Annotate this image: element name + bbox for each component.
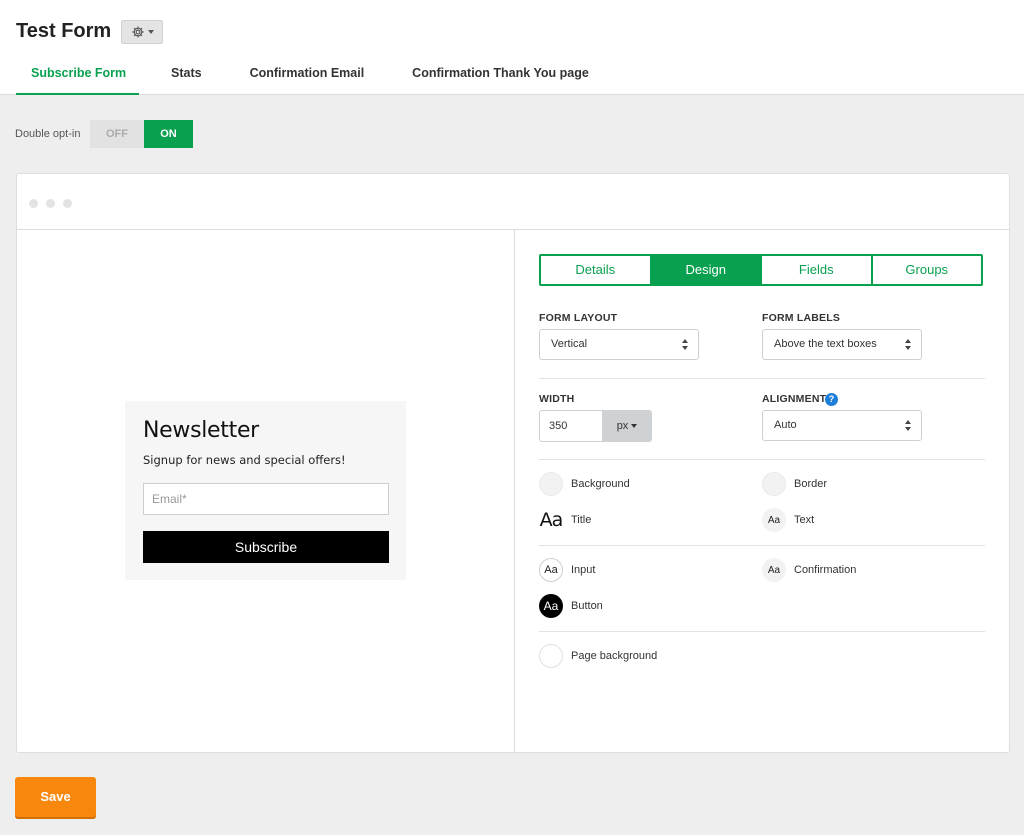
newsletter-form-preview: Newsletter Signup for news and special o…	[125, 401, 406, 580]
column-divider	[514, 230, 515, 752]
tab-design[interactable]: Design	[651, 256, 762, 284]
window-dot-icon	[63, 199, 72, 208]
style-text-label: Text	[794, 514, 815, 526]
width-label: WIDTH	[539, 393, 575, 405]
page-header: Test Form Subscribe Form Stats Confirmat…	[0, 0, 1024, 95]
double-optin-toggle[interactable]: OFF ON	[90, 120, 193, 148]
window-dot-icon	[46, 199, 55, 208]
form-settings-button[interactable]	[121, 20, 163, 44]
window-dots	[29, 199, 72, 208]
width-unit-dropdown[interactable]: px	[602, 410, 652, 442]
form-layout-value: Vertical	[551, 338, 588, 350]
style-title[interactable]: Aa Title	[539, 508, 592, 532]
email-input[interactable]: Email*	[143, 483, 389, 515]
form-editor-card: Newsletter Signup for news and special o…	[16, 173, 1010, 753]
form-labels-value: Above the text boxes	[774, 338, 877, 350]
form-layout-label: FORM LAYOUT	[539, 312, 618, 324]
newsletter-subtitle: Signup for news and special offers!	[143, 453, 346, 467]
help-icon[interactable]: ?	[825, 393, 838, 406]
style-input[interactable]: Aa Input	[539, 558, 595, 582]
title-font-icon: Aa	[539, 509, 564, 531]
style-button-label: Button	[571, 600, 603, 612]
save-button[interactable]: Save	[15, 777, 96, 817]
form-labels-label: FORM LABELS	[762, 312, 841, 324]
select-arrows-icon	[682, 339, 689, 351]
style-page-background[interactable]: Page background	[539, 644, 657, 668]
form-labels-select[interactable]: Above the text boxes	[762, 329, 922, 360]
card-divider	[17, 229, 1009, 230]
tab-details[interactable]: Details	[541, 256, 652, 284]
page-title: Test Form	[16, 20, 112, 42]
alignment-value: Auto	[774, 419, 797, 431]
button-font-icon: Aa	[539, 594, 563, 618]
chevron-down-icon	[147, 30, 154, 34]
form-tabs: Subscribe Form Stats Confirmation Email …	[16, 58, 589, 95]
tab-confirmation-thank-you-page[interactable]: Confirmation Thank You page	[412, 58, 589, 95]
style-background-label: Background	[571, 478, 630, 490]
style-button[interactable]: Aa Button	[539, 594, 603, 618]
width-input[interactable]: 350	[539, 410, 603, 442]
style-confirmation-label: Confirmation	[794, 564, 857, 576]
input-font-icon: Aa	[539, 558, 563, 582]
confirmation-font-icon: Aa	[762, 558, 786, 582]
settings-tabs: Details Design Fields Groups	[539, 254, 983, 286]
style-confirmation[interactable]: Aa Confirmation	[762, 558, 856, 582]
width-unit-value: px	[616, 420, 629, 432]
style-border-label: Border	[794, 478, 828, 490]
alignment-select[interactable]: Auto	[762, 410, 922, 441]
form-layout-select[interactable]: Vertical	[539, 329, 699, 360]
border-swatch-icon	[762, 472, 786, 496]
text-font-icon: Aa	[762, 508, 786, 532]
tab-groups[interactable]: Groups	[873, 256, 982, 284]
section-divider	[539, 378, 985, 379]
toggle-off-option[interactable]: OFF	[90, 120, 144, 148]
window-dot-icon	[29, 199, 38, 208]
subscribe-button[interactable]: Subscribe	[143, 531, 389, 563]
tab-stats[interactable]: Stats	[171, 58, 202, 95]
style-page-background-label: Page background	[571, 650, 658, 662]
section-divider	[539, 545, 985, 546]
tab-subscribe-form[interactable]: Subscribe Form	[16, 58, 139, 95]
alignment-label: ALIGNMENT	[762, 393, 827, 405]
section-divider	[539, 459, 985, 460]
chevron-down-icon	[631, 424, 638, 429]
style-border[interactable]: Border	[762, 472, 827, 496]
select-arrows-icon	[905, 339, 912, 351]
style-input-label: Input	[571, 564, 596, 576]
toggle-on-option[interactable]: ON	[144, 120, 193, 148]
select-arrows-icon	[905, 420, 912, 432]
gear-icon	[131, 25, 145, 39]
style-background[interactable]: Background	[539, 472, 630, 496]
style-title-label: Title	[571, 514, 592, 526]
tab-confirmation-email[interactable]: Confirmation Email	[250, 58, 365, 95]
page-background-swatch-icon	[539, 644, 563, 668]
style-text[interactable]: Aa Text	[762, 508, 814, 532]
tab-fields[interactable]: Fields	[762, 256, 873, 284]
section-divider	[539, 631, 985, 632]
background-swatch-icon	[539, 472, 563, 496]
double-optin-label: Double opt-in	[15, 128, 81, 140]
newsletter-title: Newsletter	[143, 418, 259, 443]
